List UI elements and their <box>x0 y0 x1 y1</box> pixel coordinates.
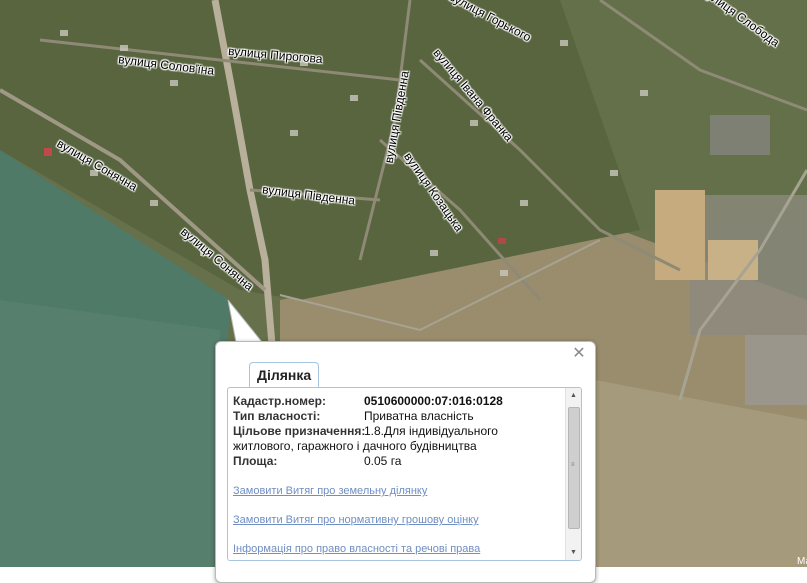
panel-scrollbar[interactable]: ▲ ≡ ▼ <box>565 388 581 560</box>
scroll-down-arrow-icon[interactable]: ▼ <box>566 545 581 560</box>
cadastral-number-label: Кадастр.номер: <box>233 394 326 408</box>
ownership-value: Приватна власність <box>364 409 474 423</box>
parcel-details-panel: Кадастр.номер: 0510600000:07:016:0128 Ти… <box>227 387 582 561</box>
map-attribution: Ма <box>797 556 807 567</box>
area-value: 0.05 га <box>364 454 402 468</box>
purpose-label: Цільове призначення: <box>233 424 366 438</box>
order-valuation-extract-link[interactable]: Замовити Витяг про нормативну грошову оц… <box>233 514 479 526</box>
purpose-value-line2: житлового, гаражного і дачного будівницт… <box>233 439 477 453</box>
order-land-extract-link[interactable]: Замовити Витяг про земельну ділянку <box>233 485 427 497</box>
tab-parcel[interactable]: Ділянка <box>249 362 320 387</box>
scrollbar-thumb[interactable]: ≡ <box>568 407 580 529</box>
close-icon[interactable]: ✕ <box>572 346 586 362</box>
scroll-up-arrow-icon[interactable]: ▲ <box>566 388 581 403</box>
grip-icon: ≡ <box>571 462 575 468</box>
ownership-rights-info-link[interactable]: Інформація про право власності та речові… <box>233 543 480 555</box>
purpose-value-line1: 1.8.Для індивідуального <box>364 424 498 438</box>
area-label: Площа: <box>233 454 278 468</box>
cadastral-number-value: 0510600000:07:016:0128 <box>364 394 503 408</box>
ownership-label: Тип власності: <box>233 409 321 423</box>
